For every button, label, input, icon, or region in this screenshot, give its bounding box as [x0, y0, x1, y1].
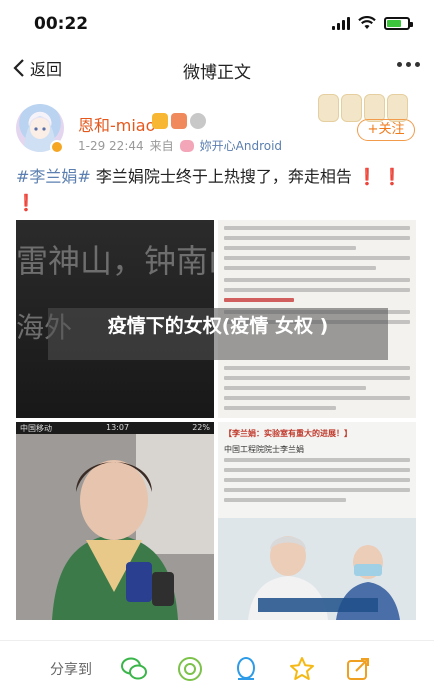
news-caption: 【李兰娟：实验室有重大的进展！】	[224, 429, 352, 438]
wifi-icon	[358, 16, 376, 29]
page-title: 微博正文	[183, 63, 251, 83]
battery-icon	[384, 16, 413, 30]
sticker-icon	[341, 94, 362, 122]
medal-badge-icon	[190, 113, 206, 129]
post-meta: 1-29 22:44 来自 妳开心Android	[78, 137, 282, 154]
wechat-icon[interactable]	[120, 655, 148, 683]
share-external-icon[interactable]	[344, 655, 372, 683]
cellular-signal-icon	[332, 16, 350, 30]
post-source[interactable]: 妳开心Android	[200, 137, 282, 154]
news-subtitle: 中国工程院院士李兰娟	[224, 445, 304, 454]
post-image-3[interactable]: 中国移动 13:07 22%	[16, 422, 214, 620]
photo-status-carrier: 中国移动	[20, 424, 52, 433]
overlay-title: 疫情下的女权(疫情 女权 )	[107, 315, 329, 337]
source-prefix: 来自	[149, 139, 174, 153]
decoration-stickers	[318, 94, 408, 122]
vip-badge-icon	[152, 113, 168, 129]
user-badges	[152, 113, 206, 129]
author-name[interactable]: 恩和-miao	[78, 112, 155, 136]
nav-bar: 返回 微博正文	[0, 50, 434, 90]
status-time: 00:22	[34, 14, 89, 34]
status-icons	[332, 16, 413, 30]
qzone-star-icon[interactable]	[288, 655, 316, 683]
follow-button[interactable]: +关注	[357, 119, 415, 141]
verified-badge-icon	[50, 140, 64, 154]
sticker-icon	[387, 94, 408, 122]
fan-badge-icon	[171, 113, 187, 129]
title-overlay: 疫情下的女权(疫情 女权 )	[48, 308, 388, 360]
share-bar: 分享到	[0, 640, 434, 698]
topic-link[interactable]: #李兰娟#	[16, 167, 91, 186]
press-conference-photo	[16, 422, 214, 620]
qq-icon[interactable]	[232, 655, 260, 683]
exclamation-mark: ❗	[357, 167, 377, 186]
photo-status-battery: 22%	[192, 423, 210, 432]
post-timestamp: 1-29 22:44	[78, 138, 144, 153]
post-image-4[interactable]: 【李兰娟：实验室有重大的进展！】 中国工程院院士李兰娟	[218, 422, 416, 620]
pig-icon	[179, 139, 194, 152]
post-text: #李兰娟# 李兰娟院士终于上热搜了，奔走相告 ❗ ❗ ❗	[16, 164, 416, 216]
exclamation-mark: ❗	[382, 167, 402, 186]
more-options-icon[interactable]	[397, 62, 420, 67]
photo-status-time: 13:07	[106, 423, 130, 432]
share-label: 分享到	[50, 662, 92, 678]
sticker-icon	[364, 94, 385, 122]
exclamation-mark: ❗	[16, 193, 36, 212]
status-bar: 00:22	[0, 0, 434, 46]
post-body: 李兰娟院士终于上热搜了，奔走相告	[90, 167, 352, 186]
news-photo	[218, 518, 416, 620]
moments-icon[interactable]	[176, 655, 204, 683]
sticker-icon	[318, 94, 339, 122]
dark-image-text: 雷神山，钟南山，	[16, 242, 214, 280]
